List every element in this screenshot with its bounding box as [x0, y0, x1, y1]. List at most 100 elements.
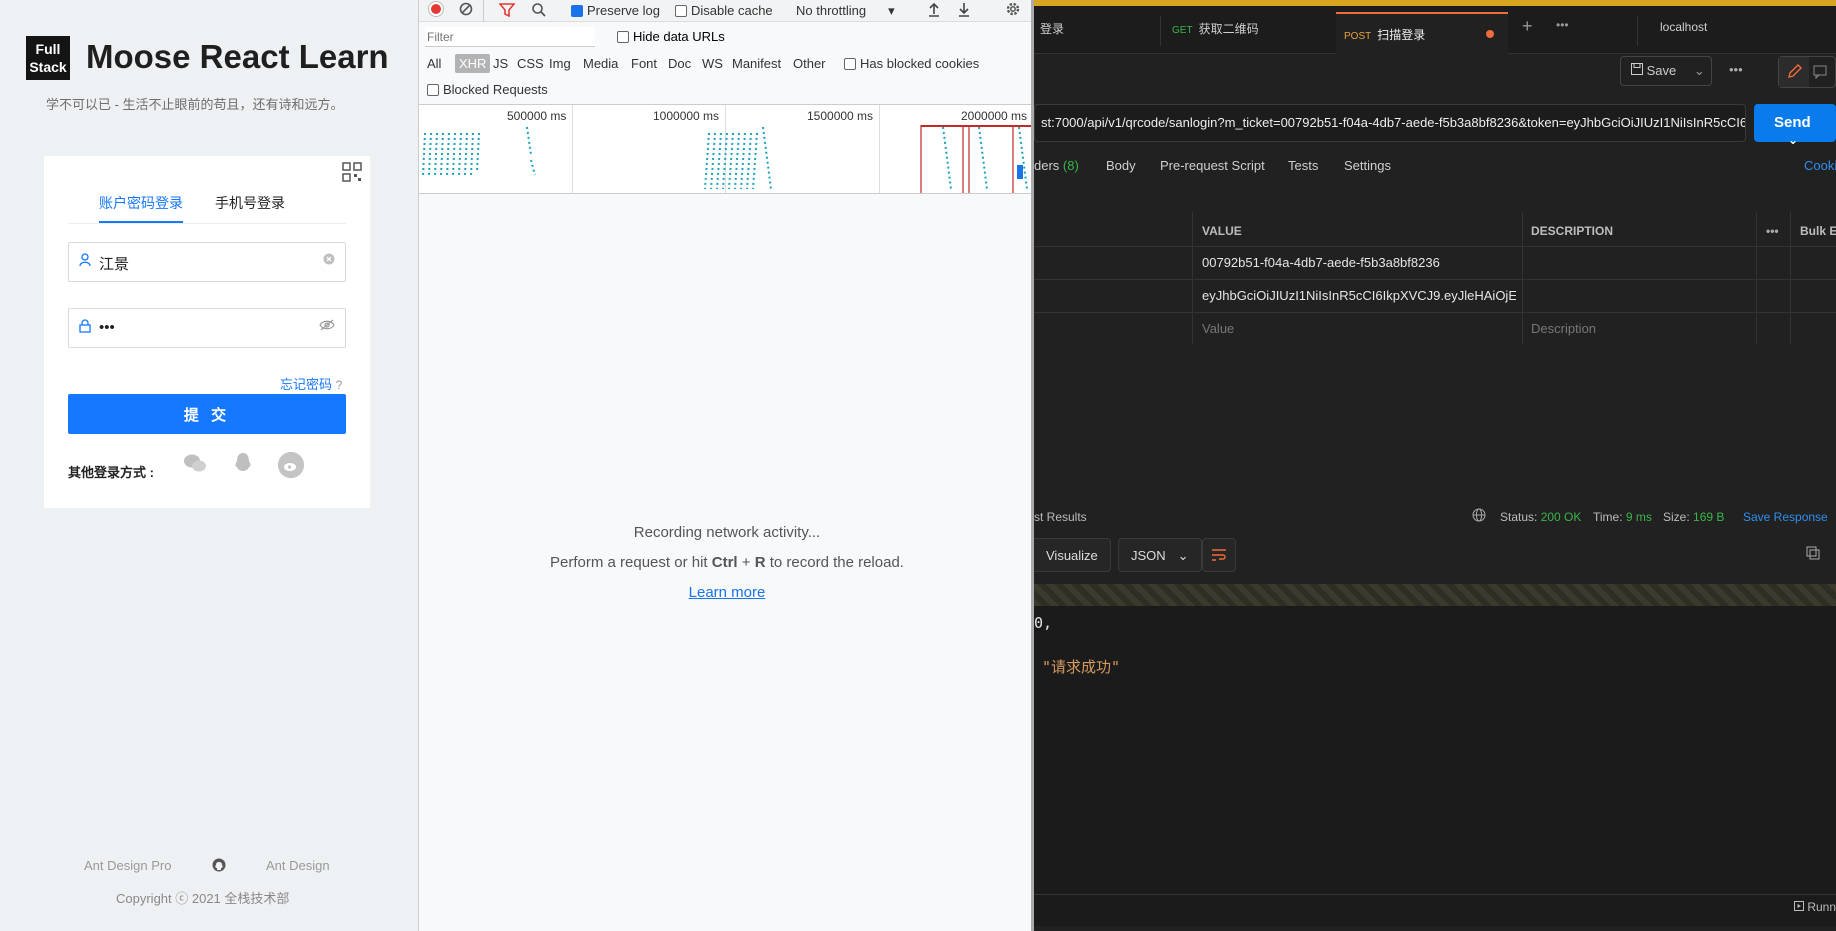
- response-size: Size: 169 B: [1663, 510, 1724, 524]
- weibo-icon[interactable]: [278, 452, 304, 478]
- tab-account-login[interactable]: 账户密码登录: [99, 193, 183, 213]
- type-img[interactable]: Img: [549, 56, 571, 71]
- send-button[interactable]: Send ⌄: [1754, 104, 1836, 147]
- type-ws[interactable]: WS: [702, 56, 723, 71]
- param-value[interactable]: eyJhbGciOiJIUzI1NiIsInR5cCI6IkpXVCJ9.eyJ…: [1202, 288, 1516, 303]
- type-js[interactable]: JS: [493, 56, 508, 71]
- tab-phone-login[interactable]: 手机号登录: [215, 193, 285, 213]
- edit-pencil-icon[interactable]: [1779, 57, 1809, 87]
- table-row[interactable]: Value Description: [1034, 312, 1836, 345]
- save-response-button[interactable]: Save Response: [1743, 510, 1828, 524]
- tab-body[interactable]: Body: [1106, 158, 1136, 173]
- status-value: 200 OK: [1540, 510, 1582, 524]
- blocked-requests-checkbox[interactable]: Blocked Requests: [427, 82, 548, 97]
- export-har-icon[interactable]: [957, 1, 971, 20]
- hide-data-urls-checkbox[interactable]: Hide data URLs: [617, 29, 725, 44]
- format-value: JSON: [1131, 548, 1166, 563]
- type-xhr[interactable]: XHR: [455, 54, 491, 73]
- new-tab-plus-icon[interactable]: +: [1522, 16, 1533, 46]
- request-tab-get-qrcode[interactable]: GET 获取二维码: [1172, 20, 1259, 50]
- type-manifest[interactable]: Manifest: [732, 56, 781, 71]
- test-results-tab[interactable]: st Results: [1034, 510, 1087, 524]
- tab-headers-label: ders: [1034, 158, 1060, 173]
- preserve-log-checkbox[interactable]: Preserve log: [571, 3, 660, 18]
- record-button[interactable]: [429, 2, 443, 16]
- response-body[interactable]: 0, "请求成功": [1034, 606, 1836, 926]
- table-row[interactable]: 00792b51-f04a-4db7-aede-f5b3a8bf8236: [1034, 246, 1836, 279]
- chevron-down-icon[interactable]: ⌄: [1694, 63, 1705, 78]
- comment-icon[interactable]: [1813, 65, 1827, 82]
- resource-type-filters: All XHR JS CSS Img Media Font Doc WS Man…: [419, 50, 1031, 76]
- qrcode-icon[interactable]: [342, 162, 364, 184]
- submit-button[interactable]: 提 交: [68, 394, 346, 434]
- forgot-password-link[interactable]: 忘记密码 ?: [280, 374, 342, 393]
- tab-headers[interactable]: ders (8): [1034, 158, 1079, 173]
- request-tab-scan-login[interactable]: POST 扫描登录: [1336, 12, 1508, 54]
- column-options-icon[interactable]: •••: [1766, 224, 1779, 238]
- search-icon[interactable]: [531, 2, 547, 21]
- save-button[interactable]: Save ⌄: [1620, 56, 1712, 86]
- format-select[interactable]: JSON ⌄: [1118, 538, 1202, 572]
- more-actions-icon[interactable]: •••: [1729, 62, 1743, 77]
- empty-state-hint: Perform a request or hit Ctrl + R to rec…: [419, 554, 1031, 571]
- table-row[interactable]: eyJhbGciOiJIUzI1NiIsInR5cCI6IkpXVCJ9.eyJ…: [1034, 279, 1836, 312]
- screen: Full Stack Moose React Learn 学不可以已 - 生活不…: [0, 0, 1836, 931]
- type-media[interactable]: Media: [583, 56, 618, 71]
- response-divider-stripe: [1034, 584, 1836, 606]
- clear-icon[interactable]: [459, 2, 473, 19]
- logo-line-2: Stack: [29, 59, 67, 75]
- password-input[interactable]: •••: [68, 308, 346, 348]
- github-icon[interactable]: [212, 858, 226, 875]
- type-other[interactable]: Other: [793, 56, 826, 71]
- status-label: Status:: [1500, 510, 1538, 524]
- visualize-tab[interactable]: Visualize: [1034, 538, 1111, 572]
- request-tab-login[interactable]: 登录: [1040, 20, 1064, 50]
- other-login-label: 其他登录方式 :: [68, 465, 154, 480]
- runner-label: Runn: [1807, 900, 1836, 914]
- tab-tests[interactable]: Tests: [1288, 158, 1318, 173]
- wrap-lines-icon[interactable]: [1202, 538, 1236, 572]
- request-tab-label: 扫描登录: [1377, 28, 1426, 42]
- copy-icon[interactable]: [1806, 546, 1820, 563]
- preserve-log-label: Preserve log: [587, 3, 660, 18]
- network-overview-timeline[interactable]: 500000 ms 1000000 ms 1500000 ms 2000000 …: [419, 104, 1031, 194]
- footer-link-ant-design[interactable]: Ant Design: [266, 858, 330, 873]
- username-input[interactable]: 江景: [68, 242, 346, 282]
- qq-icon[interactable]: [230, 452, 256, 478]
- param-value[interactable]: 00792b51-f04a-4db7-aede-f5b3a8bf8236: [1202, 255, 1516, 270]
- globe-icon[interactable]: [1472, 508, 1486, 525]
- runner-button[interactable]: Runn: [1794, 900, 1836, 914]
- environment-selector[interactable]: localhost: [1660, 20, 1707, 50]
- type-font[interactable]: Font: [631, 56, 657, 71]
- chevron-down-icon[interactable]: ⌄: [1788, 133, 1798, 147]
- has-blocked-cookies-checkbox[interactable]: Has blocked cookies: [844, 56, 979, 71]
- param-value-placeholder[interactable]: Value: [1202, 321, 1234, 336]
- view-mode-toggle[interactable]: [1778, 56, 1836, 88]
- tab-pre-request-script[interactable]: Pre-request Script: [1160, 158, 1265, 173]
- type-css[interactable]: CSS: [517, 56, 544, 71]
- tab-settings[interactable]: Settings: [1344, 158, 1391, 173]
- toolbar-divider: [483, 0, 484, 22]
- wechat-icon[interactable]: [182, 452, 208, 478]
- settings-gear-icon[interactable]: [1005, 1, 1021, 20]
- cookies-link[interactable]: Cooki: [1804, 158, 1836, 173]
- disable-cache-checkbox[interactable]: Disable cache: [675, 3, 773, 18]
- filter-icon[interactable]: [498, 2, 516, 21]
- footer-link-ant-design-pro[interactable]: Ant Design Pro: [84, 858, 171, 873]
- query-params-table: VALUE DESCRIPTION ••• Bulk E 00792b51-f0…: [1034, 212, 1836, 344]
- learn-more-link[interactable]: Learn more: [419, 584, 1031, 601]
- throttling-select[interactable]: No throttling ▾: [796, 3, 895, 19]
- bulk-edit-link[interactable]: Bulk E: [1800, 224, 1836, 238]
- param-description-placeholder[interactable]: Description: [1531, 321, 1596, 336]
- request-url-input[interactable]: st:7000/api/v1/qrcode/sanlogin?m_ticket=…: [1034, 104, 1746, 142]
- import-har-icon[interactable]: [927, 1, 941, 20]
- filter-row: Hide data URLs: [419, 24, 1031, 48]
- type-doc[interactable]: Doc: [668, 56, 691, 71]
- more-tabs-icon[interactable]: •••: [1556, 18, 1569, 48]
- eye-invisible-icon[interactable]: [319, 319, 335, 334]
- checkbox-icon: [675, 5, 687, 17]
- headers-count-badge: (8): [1062, 158, 1079, 173]
- clear-icon[interactable]: [323, 253, 335, 268]
- type-all[interactable]: All: [427, 56, 441, 71]
- filter-input[interactable]: [425, 27, 595, 47]
